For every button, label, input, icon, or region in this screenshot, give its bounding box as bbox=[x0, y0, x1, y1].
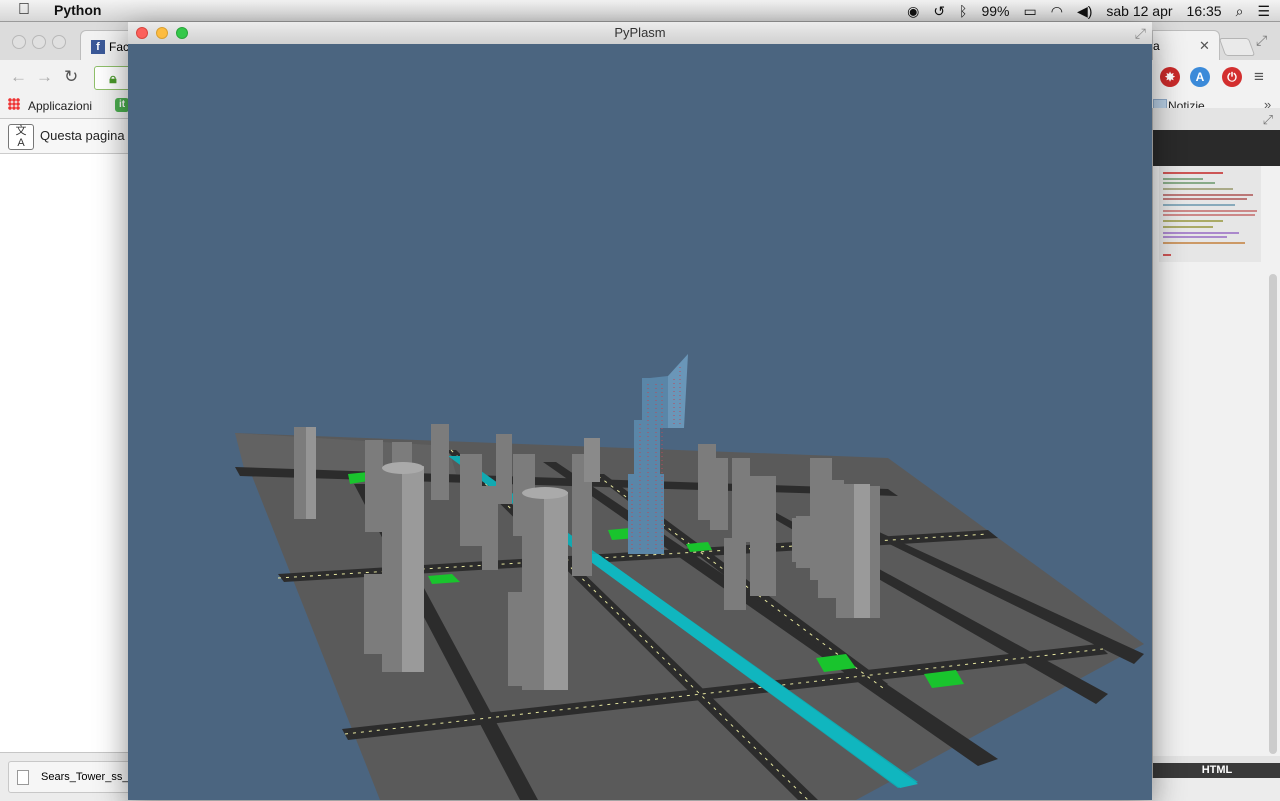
tower bbox=[431, 424, 449, 500]
translate-icon: 文A bbox=[8, 124, 34, 150]
tower-segment bbox=[628, 474, 664, 554]
editor-tab-bar bbox=[1153, 130, 1280, 166]
wifi-icon[interactable]: ◠ bbox=[1051, 3, 1063, 20]
browser-close-button[interactable] bbox=[12, 35, 26, 49]
volume-icon[interactable]: ◀) bbox=[1077, 3, 1092, 20]
browser-maximize-button[interactable] bbox=[52, 35, 66, 49]
tower bbox=[402, 466, 424, 672]
tower bbox=[365, 440, 383, 532]
menu-bar:  Python ◉ ↺ ᛒ 99% ▭ ◠ ◀) sab 12 apr 16:… bbox=[0, 0, 1280, 22]
tower bbox=[710, 458, 728, 530]
tower bbox=[364, 574, 382, 654]
close-button[interactable] bbox=[136, 27, 148, 39]
tower-segment bbox=[668, 354, 688, 428]
date-text[interactable]: sab 12 apr bbox=[1106, 3, 1172, 19]
translate-message: Questa pagina bbox=[40, 128, 125, 143]
minimize-button[interactable] bbox=[156, 27, 168, 39]
tower bbox=[460, 454, 482, 546]
tower-segment bbox=[650, 376, 668, 428]
bookmark-it-icon[interactable]: it bbox=[115, 98, 129, 112]
bookmark-applicazioni[interactable]: Applicazioni bbox=[28, 99, 92, 113]
apps-grid-icon[interactable] bbox=[8, 98, 20, 110]
tower-top bbox=[522, 487, 568, 499]
extension-gear-icon[interactable]: ✸ bbox=[1160, 67, 1180, 87]
tower bbox=[724, 538, 746, 610]
syntax-mode-label[interactable]: HTML bbox=[1153, 763, 1280, 778]
reload-icon[interactable]: ↻ bbox=[64, 67, 78, 87]
tower bbox=[306, 427, 316, 519]
spotlight-search-icon[interactable]: ⌕ bbox=[1236, 3, 1244, 20]
zoom-button[interactable] bbox=[176, 27, 188, 39]
notification-center-icon[interactable]: ☰ bbox=[1257, 3, 1270, 20]
tower bbox=[584, 438, 600, 482]
pyplasm-titlebar[interactable]: PyPlasm ⤢ bbox=[128, 22, 1152, 45]
tower-top bbox=[382, 462, 424, 474]
tower bbox=[482, 486, 498, 570]
new-tab-button[interactable] bbox=[1218, 38, 1256, 56]
editor-scrollbar[interactable] bbox=[1269, 274, 1277, 754]
tower bbox=[732, 458, 750, 542]
fullscreen-icon[interactable]: ⤢ bbox=[1263, 112, 1273, 128]
tower bbox=[854, 484, 870, 618]
browser-minimize-button[interactable] bbox=[32, 35, 46, 49]
camera-icon[interactable]: ◉ bbox=[907, 3, 919, 20]
window-title: PyPlasm bbox=[614, 25, 666, 40]
tower bbox=[496, 434, 512, 504]
bluetooth-icon[interactable]: ᛒ bbox=[959, 3, 967, 19]
adblock-icon[interactable]: ⏻ bbox=[1222, 67, 1242, 87]
tower bbox=[544, 492, 568, 690]
fullscreen-icon[interactable]: ⤢ bbox=[1135, 22, 1146, 44]
download-item[interactable]: Sears_Tower_ss_ bbox=[8, 761, 134, 793]
fullscreen-icon[interactable]: ⤢ bbox=[1256, 32, 1267, 49]
download-filename: Sears_Tower_ss_ bbox=[41, 771, 129, 783]
chrome-menu-icon[interactable]: ≡ bbox=[1254, 67, 1264, 87]
translate-extension-icon[interactable]: A bbox=[1190, 67, 1210, 87]
tab-label: a bbox=[1153, 39, 1160, 53]
facebook-icon: f bbox=[91, 40, 105, 54]
close-tab-icon[interactable]: ✕ bbox=[1199, 38, 1210, 54]
app-menu-python[interactable]: Python bbox=[54, 2, 101, 18]
battery-icon[interactable]: ▭ bbox=[1023, 3, 1036, 20]
status-area: ◉ ↺ ᛒ 99% ▭ ◠ ◀) sab 12 apr 16:35 ⌕ ☰ bbox=[907, 0, 1270, 22]
battery-percent[interactable]: 99% bbox=[981, 3, 1009, 19]
3d-viewport[interactable] bbox=[128, 44, 1152, 800]
city-scene bbox=[235, 354, 1144, 800]
address-bar-lock-icon[interactable]: 🔒︎ bbox=[94, 66, 132, 90]
code-editor-window: ⤢ HTML bbox=[1152, 108, 1280, 778]
tab-right[interactable]: a ✕ bbox=[1152, 30, 1220, 61]
code-minimap bbox=[1159, 166, 1261, 262]
editor-code-area[interactable] bbox=[1153, 166, 1280, 756]
tower bbox=[508, 592, 532, 686]
time-machine-icon[interactable]: ↺ bbox=[933, 3, 945, 20]
back-icon[interactable]: ← bbox=[10, 67, 27, 87]
pyplasm-window: PyPlasm ⤢ bbox=[128, 22, 1152, 800]
clock-text[interactable]: 16:35 bbox=[1187, 3, 1222, 19]
document-icon bbox=[17, 770, 29, 785]
forward-icon[interactable]: → bbox=[36, 67, 53, 87]
apple-menu-icon[interactable]:  bbox=[18, 1, 30, 19]
tower bbox=[796, 516, 818, 568]
tower bbox=[750, 476, 776, 596]
